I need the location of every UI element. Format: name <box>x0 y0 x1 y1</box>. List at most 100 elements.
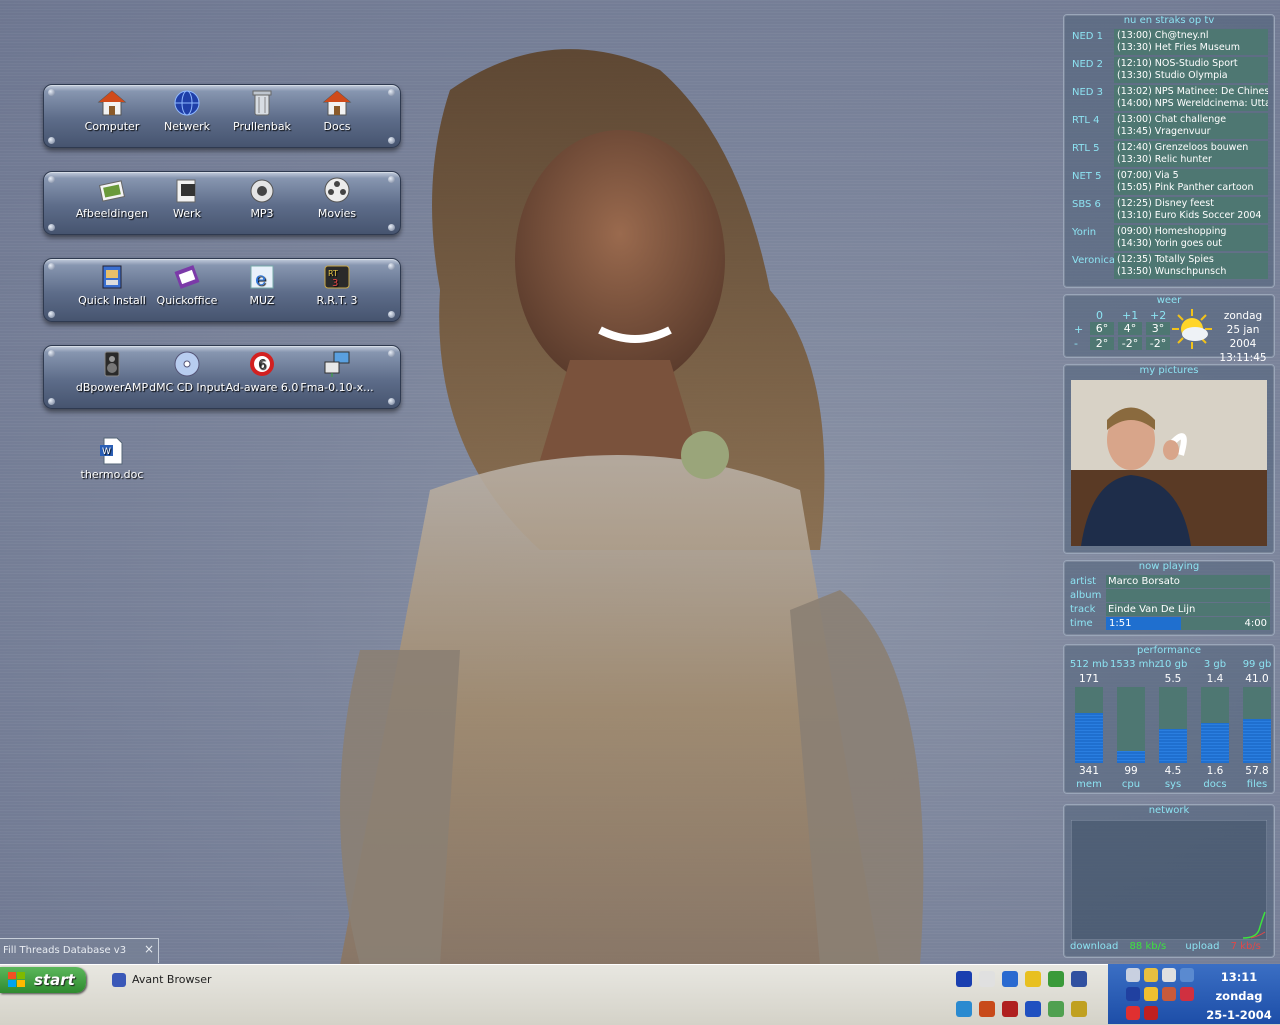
perf-column: 512 mb 171 341 mem <box>1068 659 1110 791</box>
perf-bar-fill <box>1201 722 1229 763</box>
tray-app-icon[interactable] <box>1180 968 1194 982</box>
shortcut-label: Quick Install <box>78 294 146 307</box>
desktop-shortcut-muz[interactable]: e MUZ <box>224 262 300 307</box>
artist-label: artist <box>1070 576 1097 587</box>
desktop-shortcut-mp3[interactable]: MP3 <box>224 175 300 220</box>
perf-bar-fill <box>1117 750 1145 763</box>
user-photo[interactable] <box>1071 380 1267 546</box>
icon-shelf: Computer Netwerk Prullenbak Docs <box>43 84 401 148</box>
tray-app-icon[interactable] <box>1002 1001 1018 1017</box>
shortcut-label: Quickoffice <box>156 294 218 307</box>
tv-channel-row: Veronica (12:35) Totally Spies (13:50) Wun… <box>1070 253 1270 280</box>
tray-app-icon[interactable] <box>1126 968 1140 982</box>
perf-used: 41.0 <box>1245 673 1269 685</box>
high-0: 6° <box>1090 322 1114 335</box>
notification-close-button[interactable]: × <box>144 942 154 956</box>
perf-free: 99 <box>1124 765 1138 777</box>
tray-app-icon[interactable] <box>1002 971 1018 987</box>
tray-app-icon[interactable] <box>1126 1006 1140 1020</box>
tv-now: (12:40) Grenzeloos bouwen <box>1117 142 1249 153</box>
desktop-shortcut-afbeeldingen[interactable]: Afbeeldingen <box>74 175 150 220</box>
tray-app-icon[interactable] <box>956 971 972 987</box>
speaker-icon <box>250 179 274 203</box>
tv-channel-name: NET 5 <box>1072 171 1102 182</box>
tv-program-box: (07:00) Via 5 (15:05) Pink Panther cartoo… <box>1114 169 1268 195</box>
tray-app-icon[interactable] <box>1162 968 1176 982</box>
tray-app-icon[interactable] <box>1126 987 1140 1001</box>
shortcut-label: MP3 <box>250 207 274 220</box>
desktop-shortcut-ad-aware-6-0[interactable]: 6 Ad-aware 6.0 <box>224 349 300 394</box>
perf-capacity: 10 gb <box>1158 659 1188 670</box>
tv-next: (15:05) Pink Panther cartoon <box>1117 182 1254 193</box>
tv-channel-name: Veronica <box>1072 255 1115 266</box>
network-graph <box>1071 820 1267 940</box>
desktop-shortcut-fma-0-10-x[interactable]: Fma-0.10-x... <box>299 349 375 394</box>
notification-text: Fill Threads Database v3 <box>3 945 127 956</box>
perf-bar-fill <box>1243 718 1271 763</box>
desktop-shortcut-netwerk[interactable]: Netwerk <box>149 88 225 133</box>
notification-popup[interactable]: Fill Threads Database v3 × <box>0 938 159 963</box>
tv-channel-name: RTL 4 <box>1072 115 1100 126</box>
tv-channel-row: RTL 5 (12:40) Grenzeloos bouwen (13:30) Re… <box>1070 141 1270 168</box>
tray-app-icon[interactable] <box>1180 987 1194 1001</box>
tray-app-icon[interactable] <box>1144 968 1158 982</box>
tv-channel-row: NED 2 (12:10) NOS-Studio Sport (13:30) Stu… <box>1070 57 1270 84</box>
perf-column: 1533 mhz 99 cpu <box>1110 659 1160 791</box>
tray-clock[interactable]: 13:11 zondag 25-1-2004 <box>1204 968 1274 1025</box>
pictures-widget: my pictures <box>1063 364 1275 554</box>
tv-now: (13:02) NPS Matinee: De Chinese re <box>1117 86 1268 97</box>
house-icon <box>97 90 127 116</box>
shortcut-label: R.R.T. 3 <box>316 294 358 307</box>
shelf-bolt <box>388 263 395 270</box>
tray-app-icon[interactable] <box>979 971 995 987</box>
shelf-bolt <box>388 176 395 183</box>
desktop-file-thermo[interactable]: W thermo.doc <box>74 436 150 481</box>
track-value: Einde Van De Lijn <box>1106 603 1270 616</box>
network-computer-icon <box>324 351 350 377</box>
install-icon <box>102 265 122 289</box>
trash-icon <box>252 90 272 116</box>
desktop-shortcut-computer[interactable]: Computer <box>74 88 150 133</box>
tray-app-icon[interactable] <box>1048 1001 1064 1017</box>
shelf-bolt <box>388 311 395 318</box>
tv-now: (09:00) Homeshopping <box>1117 226 1227 237</box>
wallpaper-portrait <box>340 49 924 965</box>
tv-channel-name: NED 1 <box>1072 31 1104 42</box>
tray-app-icon[interactable] <box>956 1001 972 1017</box>
shelf-bolt <box>48 89 55 96</box>
pictures-icon <box>98 180 126 202</box>
perf-column: 3 gb 1.4 1.6 docs <box>1194 659 1236 791</box>
desktop-shortcut-r-r-t-3[interactable]: RT 3 R.R.T. 3 <box>299 262 375 307</box>
task-avant-browser[interactable]: Avant Browser <box>106 969 266 991</box>
tray-app-icon[interactable] <box>1048 971 1064 987</box>
desktop-shortcut-movies[interactable]: Movies <box>299 175 375 220</box>
perf-column: 10 gb 5.5 4.5 sys <box>1152 659 1194 791</box>
tv-channel-name: Yorin <box>1072 227 1097 238</box>
tray-app-icon[interactable] <box>1162 987 1176 1001</box>
track-progress-bar[interactable]: 1:51 4:00 <box>1106 617 1270 630</box>
start-button[interactable]: start <box>0 967 86 993</box>
weather-widget: weer 0 +1 +2 + - 6° 4° 3° 2° -2° -2° zon… <box>1063 294 1275 364</box>
shortcut-label: Afbeeldingen <box>75 207 149 220</box>
desktop-shortcut-dmc-cd-input[interactable]: dMC CD Input <box>149 349 225 394</box>
tray-app-icon[interactable] <box>1025 1001 1041 1017</box>
desktop-shortcut-dbpoweramp[interactable]: dBpowerAMP <box>74 349 150 394</box>
tv-program-box: (12:40) Grenzeloos bouwen (13:30) Relic h… <box>1114 141 1268 167</box>
desktop-shortcut-quickoffice[interactable]: Quickoffice <box>149 262 225 307</box>
tv-channel-row: NED 1 (13:00) Ch@tney.nl (13:30) Het Fries… <box>1070 29 1270 56</box>
cd-icon <box>174 351 200 377</box>
shortcut-label: dMC CD Input <box>149 381 225 394</box>
tray-app-icon[interactable] <box>979 1001 995 1017</box>
tray-app-icon[interactable] <box>1071 1001 1087 1017</box>
tray-app-icon[interactable] <box>1025 971 1041 987</box>
shortcut-label: Werk <box>173 207 201 220</box>
desktop-shortcut-prullenbak[interactable]: Prullenbak <box>224 88 300 133</box>
desktop-shortcut-docs[interactable]: Docs <box>299 88 375 133</box>
tv-now: (12:35) Totally Spies <box>1117 254 1214 265</box>
desktop-shortcut-werk[interactable]: Werk <box>149 175 225 220</box>
tray-app-icon[interactable] <box>1144 1006 1158 1020</box>
desktop-shortcut-quick-install[interactable]: Quick Install <box>74 262 150 307</box>
tray-app-icon[interactable] <box>1144 987 1158 1001</box>
shortcut-label: MUZ <box>249 294 275 307</box>
tray-app-icon[interactable] <box>1071 971 1087 987</box>
